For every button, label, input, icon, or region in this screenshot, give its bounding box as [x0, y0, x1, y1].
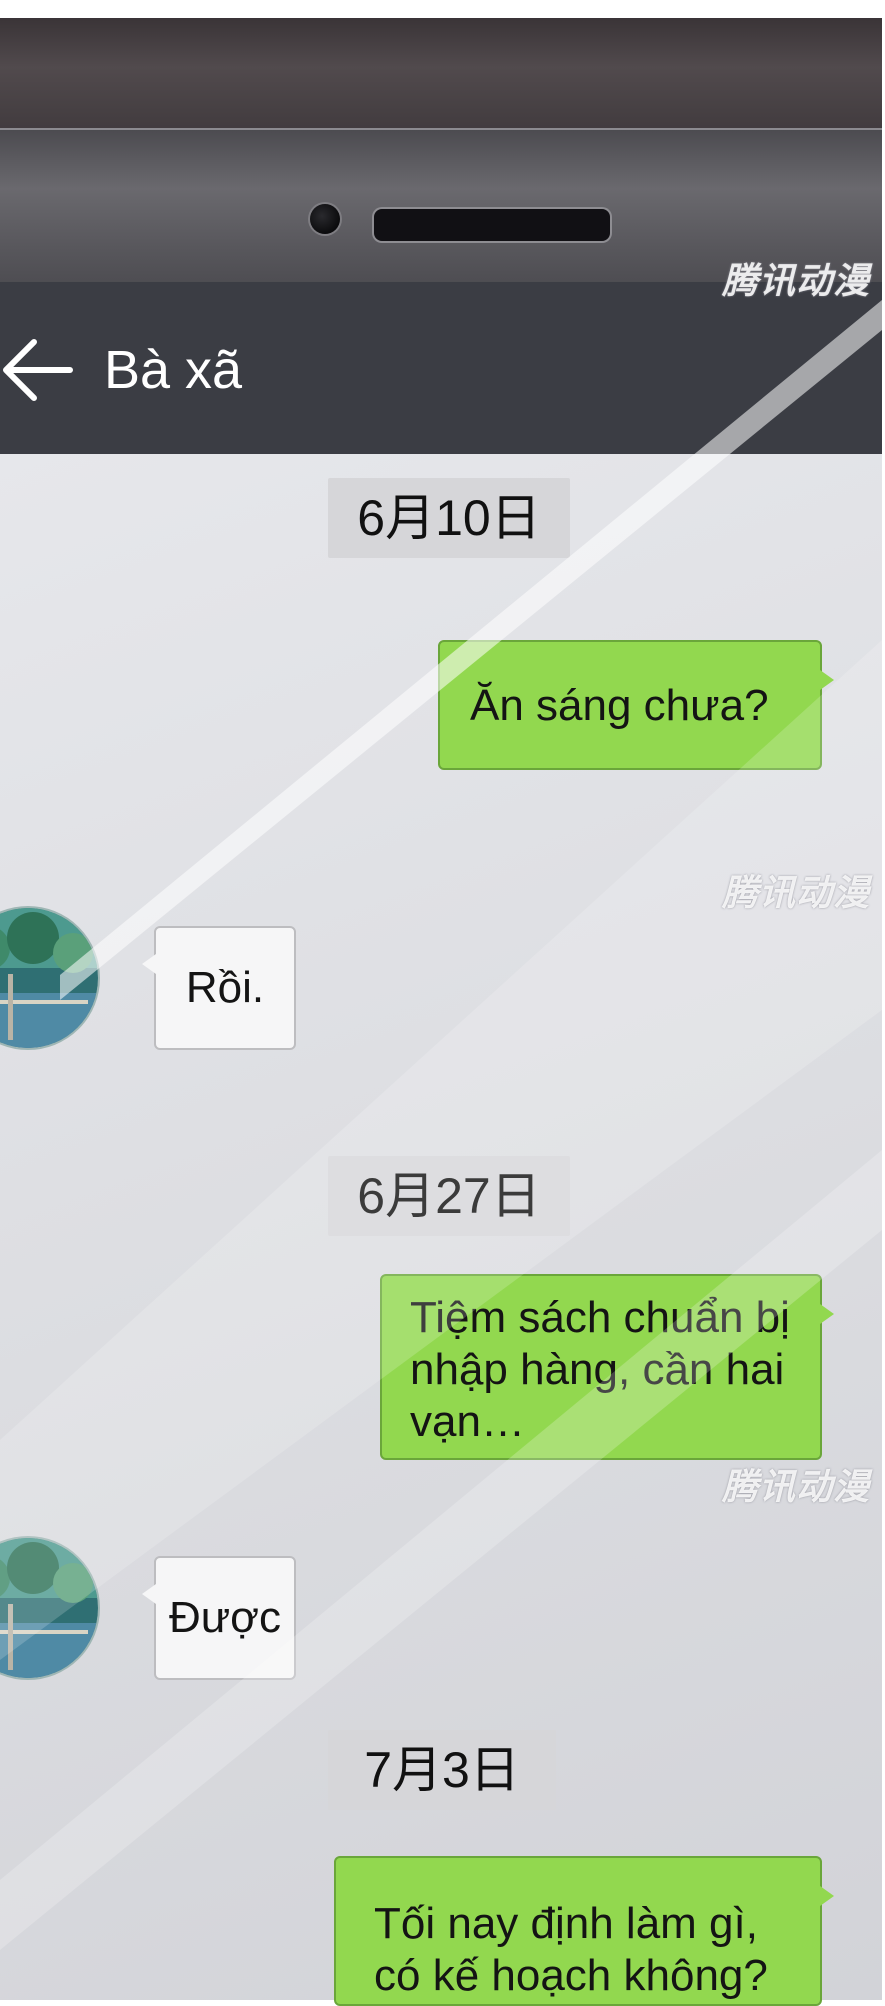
back-arrow-icon[interactable] — [0, 332, 76, 408]
speaker-grille-icon — [374, 209, 610, 241]
message-received[interactable]: Được — [142, 1556, 296, 1680]
watermark: 腾讯动漫 — [722, 260, 871, 301]
watermark: 腾讯动漫 — [722, 872, 871, 913]
watermark: 腾讯动漫 — [722, 1466, 871, 1507]
date-separator: 6月10日 — [328, 478, 570, 558]
date-separator: 7月3日 — [328, 1730, 556, 1810]
message-sent[interactable]: Ăn sáng chưa? — [438, 640, 834, 770]
phone-bezel — [0, 18, 882, 128]
message-sent[interactable]: Tiệm sách chuẩn bị nhập hàng, cần hai vạ… — [380, 1274, 834, 1460]
message-sent[interactable]: Tối nay định làm gì, có kế hoạch không? — [334, 1856, 834, 2006]
date-separator: 6月27日 — [328, 1156, 570, 1236]
front-camera-icon — [310, 204, 340, 234]
message-received[interactable]: Rồi. — [142, 926, 296, 1050]
contact-name: Bà xã — [104, 340, 243, 400]
